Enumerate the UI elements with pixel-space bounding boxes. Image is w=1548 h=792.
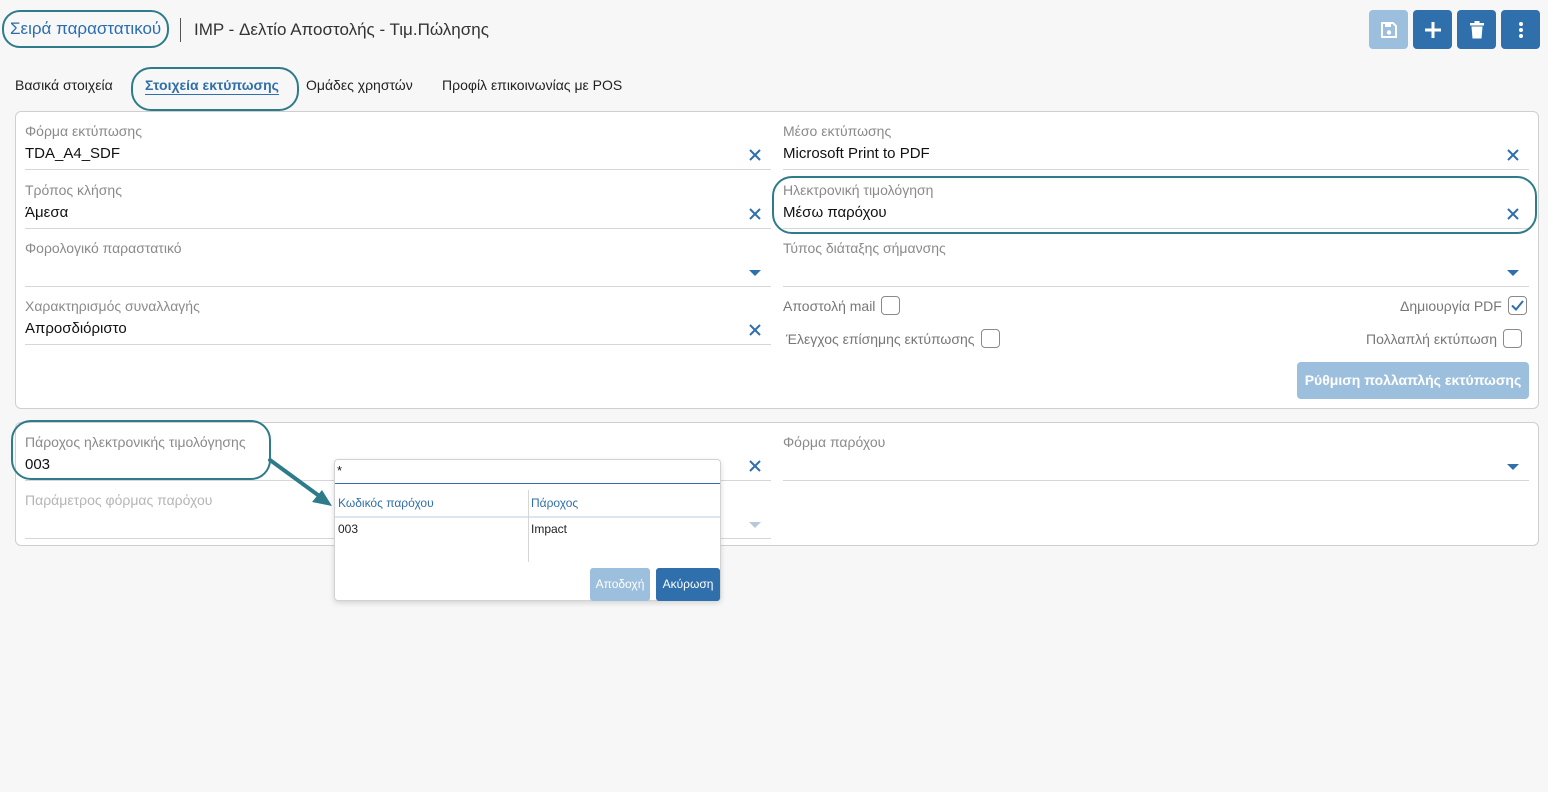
field-label: Τύπος διάταξης σήμανσης [783, 240, 946, 256]
field-label: Ηλεκτρονική τιμολόγηση [783, 182, 934, 198]
field-label: Φορολογικό παραστατικό [25, 240, 182, 256]
call-mode-field[interactable]: Τρόπος κλήσης Άμεσα [25, 182, 771, 234]
field-underline [783, 228, 1529, 229]
official-print-check-checkbox[interactable] [980, 329, 1000, 348]
tab-pos-profile[interactable]: Προφίλ επικοινωνίας με POS [442, 77, 622, 93]
column-header-provider-code[interactable]: Κωδικός παρόχου [335, 490, 434, 516]
field-label: Παράμετρος φόρμας παρόχου [25, 492, 213, 508]
provider-form-field[interactable]: Φόρμα παρόχου [783, 434, 1529, 486]
print-medium-field[interactable]: Μέσο εκτύπωσης Microsoft Print to PDF [783, 123, 1529, 175]
cancel-button[interactable]: Ακύρωση [656, 568, 720, 601]
field-label: Φόρμα παρόχου [783, 434, 886, 450]
tab-basic-info[interactable]: Βασικά στοιχεία [15, 77, 113, 93]
create-pdf-checkbox[interactable] [1507, 296, 1527, 315]
create-pdf-label: Δημιουργία PDF [1400, 297, 1502, 314]
tab-print-settings[interactable]: Στοιχεία εκτύπωσης [145, 77, 279, 93]
print-form-field[interactable]: Φόρμα εκτύπωσης TDA_A4_SDF [25, 123, 771, 175]
delete-button[interactable] [1457, 10, 1496, 49]
field-value: Άμεσα [25, 204, 69, 221]
field-underline [25, 344, 771, 345]
breadcrumb-link[interactable]: Σειρά παραστατικού [2, 10, 170, 48]
save-icon [1380, 21, 1397, 38]
clear-icon[interactable] [1505, 206, 1521, 222]
field-underline [25, 169, 771, 170]
field-value: Απροσδιόριστο [25, 320, 127, 337]
more-options-button[interactable] [1501, 10, 1540, 49]
field-underline [25, 228, 771, 229]
marking-layout-field[interactable]: Τύπος διάταξης σήμανσης [783, 240, 1529, 292]
field-underline [25, 286, 771, 287]
tax-document-field[interactable]: Φορολογικό παραστατικό [25, 240, 771, 292]
dropdown-caret-icon[interactable] [1507, 270, 1519, 276]
lookup-search-input[interactable]: * [335, 460, 720, 484]
dropdown-caret-icon[interactable] [749, 270, 761, 276]
save-button[interactable] [1369, 10, 1408, 49]
e-invoicing-field[interactable]: Ηλεκτρονική τιμολόγηση Μέσω παρόχου [783, 182, 1529, 234]
send-mail-checkbox[interactable] [881, 296, 901, 315]
send-mail-label: Αποστολή mail [783, 297, 876, 314]
tab-bar: Βασικά στοιχεία Στοιχεία εκτύπωσης Ομάδε… [0, 66, 700, 111]
plus-icon [1424, 21, 1441, 38]
field-label: Τρόπος κλήσης [25, 182, 122, 198]
field-label: Φόρμα εκτύπωσης [25, 123, 142, 139]
column-header-provider[interactable]: Πάροχος [528, 490, 578, 516]
clear-icon[interactable] [1505, 147, 1521, 163]
field-underline [783, 480, 1529, 481]
send-mail-option[interactable]: Αποστολή mail [783, 296, 901, 315]
add-button[interactable] [1413, 10, 1452, 49]
official-print-check-option[interactable]: Έλεγχος επίσημης εκτύπωσης [786, 329, 1000, 348]
create-pdf-option[interactable]: Δημιουργία PDF [1400, 296, 1527, 315]
trash-icon [1469, 20, 1484, 38]
field-value: Μέσω παρόχου [783, 204, 887, 221]
official-print-check-label: Έλεγχος επίσημης εκτύπωσης [786, 330, 975, 347]
breadcrumb-separator [180, 18, 181, 42]
more-vertical-icon [1518, 21, 1523, 38]
transaction-type-field[interactable]: Χαρακτηρισμός συναλλαγής Απροσδιόριστο [25, 298, 771, 350]
checkmark-icon [1511, 300, 1524, 311]
clear-icon[interactable] [747, 206, 763, 222]
tab-user-groups[interactable]: Ομάδες χρηστών [306, 77, 413, 93]
field-value: 003 [25, 456, 51, 473]
table-row-cell-code[interactable]: 003 [335, 522, 358, 536]
provider-lookup-popup: * Κωδικός παρόχου Πάροχος 003 Impact Απο… [334, 459, 721, 601]
field-value: Microsoft Print to PDF [783, 145, 930, 162]
field-label: Μέσο εκτύπωσης [783, 123, 892, 139]
multiple-print-label: Πολλαπλή εκτύπωση [1366, 330, 1498, 347]
dropdown-caret-icon[interactable] [749, 522, 761, 528]
multiple-print-option[interactable]: Πολλαπλή εκτύπωση [1366, 329, 1523, 348]
page-title: IMP - Δελτίο Αποστολής - Τιμ.Πώλησης [194, 20, 489, 39]
dropdown-caret-icon[interactable] [1507, 464, 1519, 470]
field-label: Πάροχος ηλεκτρονικής τιμολόγησης [25, 434, 246, 450]
field-label: Χαρακτηρισμός συναλλαγής [25, 298, 200, 314]
field-value: TDA_A4_SDF [25, 145, 121, 162]
multiple-print-checkbox[interactable] [1503, 329, 1523, 348]
clear-icon[interactable] [747, 322, 763, 338]
accept-button[interactable]: Αποδοχή [590, 568, 650, 601]
clear-icon[interactable] [747, 147, 763, 163]
multi-print-settings-button[interactable]: Ρύθμιση πολλαπλής εκτύπωσης [1297, 362, 1529, 399]
table-row-cell-provider[interactable]: Impact [528, 522, 567, 536]
clear-icon[interactable] [747, 458, 763, 474]
field-underline [783, 169, 1529, 170]
page-header: Σειρά παραστατικού IMP - Δελτίο Αποστολή… [0, 0, 1548, 60]
field-underline [783, 286, 1529, 287]
